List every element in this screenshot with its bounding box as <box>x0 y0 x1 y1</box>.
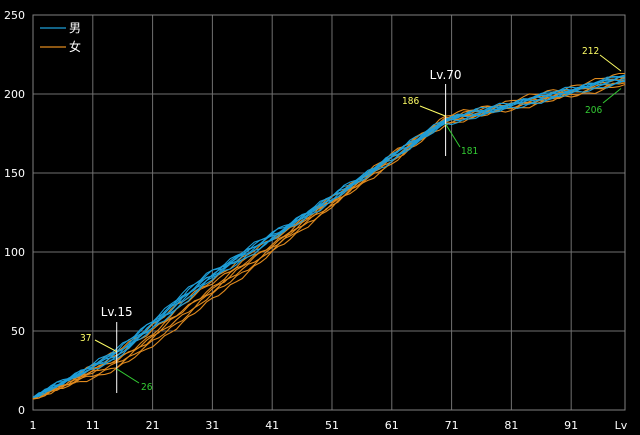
line-chart: 050100150200250 1 11 21 31 41 51 61 71 81 91 Lv Lv… <box>0 0 640 435</box>
lv70-label: Lv.70 <box>430 68 462 82</box>
x-tick-label: 91 <box>564 419 578 432</box>
lv70-max-label: 186 <box>402 96 419 107</box>
x-tick-label: 31 <box>205 419 219 432</box>
chart-background <box>0 0 640 435</box>
lv70-min-label: 181 <box>461 146 478 157</box>
y-tick-label: 50 <box>11 325 25 338</box>
lv15-label: Lv.15 <box>101 305 133 319</box>
y-tick-label: 250 <box>4 9 25 22</box>
legend-female-label: 女 <box>69 39 81 54</box>
y-tick-label: 200 <box>4 88 25 101</box>
x-tick-label: 1 <box>30 419 37 432</box>
lv100-max-label: 212 <box>582 46 599 57</box>
x-tick-label: 81 <box>504 419 518 432</box>
legend-male-label: 男 <box>69 21 81 35</box>
y-tick-label: 100 <box>4 246 25 259</box>
lv15-max-label: 37 <box>80 333 91 344</box>
x-tick-label: 41 <box>265 419 279 432</box>
lv15-min-label: 26 <box>141 382 153 393</box>
x-tick-label: 71 <box>445 419 459 432</box>
x-tick-label: 21 <box>146 419 160 432</box>
y-tick-label: 0 <box>18 404 25 417</box>
x-tick-label: 51 <box>325 419 339 432</box>
x-tick-label: 61 <box>385 419 399 432</box>
x-tick-label: 11 <box>86 419 100 432</box>
x-tick-label: Lv <box>615 419 628 432</box>
y-tick-label: 150 <box>4 167 25 180</box>
lv100-min-label: 206 <box>585 105 602 116</box>
